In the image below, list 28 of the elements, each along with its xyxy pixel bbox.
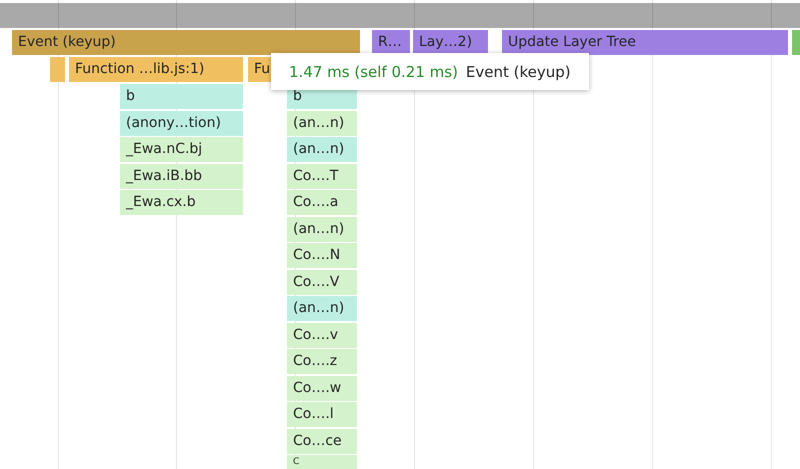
- flame-frame[interactable]: (anony…tion): [120, 110, 243, 136]
- flame-frame[interactable]: Co….T: [287, 164, 357, 188]
- flame-frame[interactable]: Co….l: [287, 402, 357, 427]
- flame-frame[interactable]: Lay…2): [413, 30, 488, 55]
- flame-frame[interactable]: Co….a: [287, 190, 357, 215]
- flame-frame[interactable]: _Ewa.nC.bj: [120, 137, 243, 162]
- flame-frame[interactable]: Co….w: [287, 376, 357, 400]
- flame-frame[interactable]: Update Layer Tree: [502, 30, 788, 55]
- flame-frame-block[interactable]: [792, 30, 800, 55]
- flame-frame[interactable]: Co….z: [287, 349, 357, 374]
- flame-frame[interactable]: (an…n): [287, 137, 357, 162]
- flame-frame[interactable]: R…: [372, 30, 410, 55]
- flame-frame[interactable]: Event (keyup): [12, 30, 360, 55]
- tooltip-duration: 1.47 ms (self 0.21 ms): [289, 62, 458, 80]
- flame-frame[interactable]: Co….V: [287, 270, 357, 294]
- flame-frame-block[interactable]: [50, 57, 65, 82]
- tooltip-event-name: Event (keyup): [466, 62, 571, 80]
- flame-frame[interactable]: Co….N: [287, 243, 357, 268]
- flame-frame[interactable]: _Ewa.iB.bb: [120, 164, 243, 188]
- flame-frame[interactable]: Co…ce: [287, 428, 357, 454]
- flame-frame[interactable]: Function …lib.js:1): [69, 57, 243, 82]
- flame-frame[interactable]: C: [287, 455, 357, 469]
- flame-frame[interactable]: _Ewa.cx.b: [120, 190, 243, 215]
- flame-frame[interactable]: b: [120, 84, 243, 109]
- flame-frame[interactable]: Co….v: [287, 322, 357, 348]
- flame-frame[interactable]: (an…n): [287, 216, 357, 242]
- flame-frame[interactable]: (an…n): [287, 110, 357, 136]
- flame-frame[interactable]: (an…n): [287, 296, 357, 321]
